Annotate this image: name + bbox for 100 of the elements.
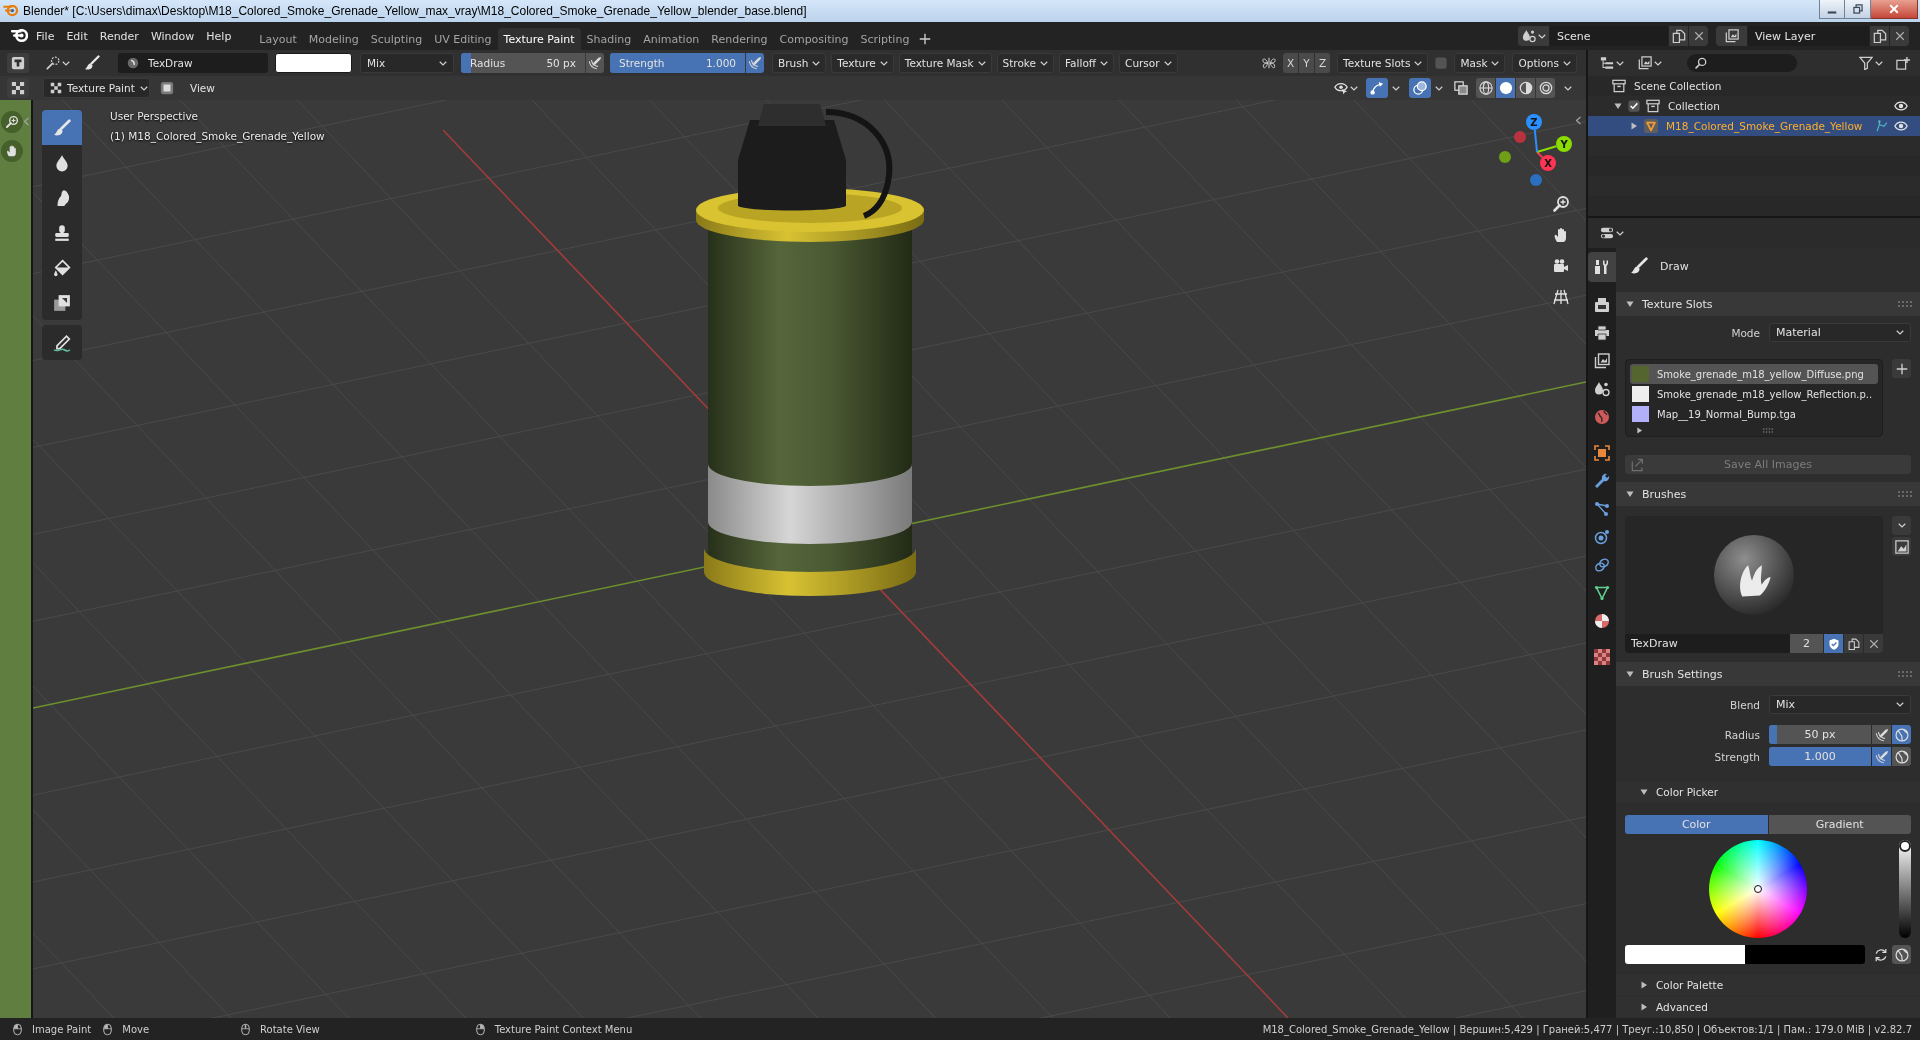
brush-selector[interactable]: TexDraw bbox=[118, 53, 268, 73]
color-swatch-field[interactable] bbox=[275, 53, 352, 73]
blend-dropdown[interactable]: Mix bbox=[1769, 695, 1911, 714]
hand-icon[interactable] bbox=[1, 140, 23, 162]
menu-item[interactable]: File bbox=[30, 26, 61, 46]
menu-item[interactable]: Edit bbox=[60, 26, 94, 46]
header-menu[interactable]: Cursor bbox=[1119, 53, 1178, 73]
viewport-canvas[interactable]: User Perspective (1) M18_Colored_Smoke_Grenade_Yellow X Y Z bbox=[33, 100, 1586, 1018]
overlays-toggle[interactable] bbox=[1409, 78, 1431, 98]
expand-triangle-icon[interactable] bbox=[1630, 122, 1638, 130]
mode-dropdown[interactable]: Material bbox=[1769, 323, 1911, 342]
axis-handle[interactable]: Z bbox=[1526, 114, 1542, 153]
resize-handle-icon[interactable] bbox=[1763, 427, 1773, 433]
header-menu[interactable]: Brush bbox=[772, 53, 827, 73]
eye-icon[interactable] bbox=[1894, 119, 1908, 133]
pressure-toggle[interactable] bbox=[745, 53, 764, 73]
add-slot-button[interactable] bbox=[1892, 359, 1911, 378]
brush-preview-area[interactable] bbox=[1625, 516, 1883, 634]
options-menu[interactable]: Options bbox=[1512, 53, 1577, 73]
chevron-left-icon[interactable] bbox=[1576, 116, 1581, 125]
shading-mode-button[interactable] bbox=[1496, 78, 1515, 98]
axis-toggle[interactable]: X bbox=[1283, 53, 1299, 73]
workspace-tab[interactable]: Texture Paint bbox=[497, 28, 581, 50]
mask-tool[interactable] bbox=[42, 285, 82, 320]
value-slider[interactable] bbox=[1899, 840, 1911, 938]
header-menu[interactable]: Falloff bbox=[1059, 53, 1115, 73]
picker-tab[interactable]: Color bbox=[1625, 815, 1768, 834]
view-layer-browse-button[interactable] bbox=[1716, 26, 1747, 46]
radius-slider[interactable]: 50 px bbox=[1769, 725, 1871, 744]
menu-item[interactable]: Render bbox=[93, 26, 145, 46]
axis-handle[interactable] bbox=[1514, 131, 1526, 143]
texture-slots-menu[interactable]: Texture Slots bbox=[1337, 53, 1429, 73]
editor-type-button[interactable] bbox=[7, 78, 29, 98]
image-list-item[interactable]: Smoke_grenade_m18_yellow_Reflection.p.. bbox=[1630, 384, 1878, 404]
expand-triangle-icon[interactable] bbox=[1636, 426, 1643, 434]
brush-name-field[interactable]: TexDraw bbox=[1625, 634, 1790, 653]
axis-toggle[interactable]: Z bbox=[1315, 53, 1331, 73]
mask-menu[interactable]: Mask bbox=[1454, 53, 1506, 73]
view-layer-name-field[interactable]: View Layer bbox=[1748, 26, 1869, 46]
image-list-item[interactable]: Map__19_Normal_Bump.tga bbox=[1630, 404, 1878, 424]
color-field[interactable] bbox=[1625, 945, 1745, 964]
scene-name-field[interactable]: Scene bbox=[1550, 26, 1668, 46]
picker-tab[interactable]: Gradient bbox=[1768, 815, 1911, 834]
new-view-layer-button[interactable] bbox=[1870, 26, 1889, 46]
mode-dropdown[interactable]: Texture Paint bbox=[43, 78, 150, 98]
scene-browse-button[interactable] bbox=[1518, 26, 1549, 46]
zoom-icon[interactable] bbox=[1, 111, 23, 133]
tool-tab[interactable] bbox=[1588, 252, 1616, 282]
axis-handle[interactable]: Y bbox=[1536, 136, 1572, 153]
radius-slider[interactable]: Radius 50 px bbox=[461, 53, 585, 73]
minimize-button[interactable] bbox=[1819, 0, 1845, 19]
workspace-tab[interactable]: Compositing bbox=[773, 28, 855, 50]
header-menu[interactable]: Texture Mask bbox=[898, 53, 992, 73]
axis-handle[interactable] bbox=[1530, 174, 1542, 186]
unified-toggle[interactable] bbox=[1891, 747, 1911, 766]
user-count-field[interactable]: 2 bbox=[1790, 634, 1823, 653]
workspace-tab[interactable]: Shading bbox=[580, 28, 638, 50]
fake-user-toggle[interactable] bbox=[1823, 634, 1843, 653]
annotate-tool[interactable] bbox=[42, 325, 82, 360]
shading-mode-button[interactable] bbox=[1476, 78, 1495, 98]
workspace-tab[interactable]: Layout bbox=[253, 28, 303, 50]
axis-handle[interactable] bbox=[1499, 151, 1511, 163]
delete-scene-button[interactable] bbox=[1689, 26, 1708, 46]
mask-checkbox[interactable] bbox=[1435, 57, 1448, 69]
pressure-toggle[interactable] bbox=[585, 53, 604, 73]
pressure-toggle[interactable] bbox=[1871, 747, 1891, 766]
image-list-item[interactable]: Smoke_grenade_m18_yellow_Diffuse.png bbox=[1630, 364, 1878, 384]
slider-thumb[interactable] bbox=[1899, 840, 1911, 852]
strength-slider[interactable]: 1.000 bbox=[1769, 747, 1871, 766]
header-menu[interactable]: Stroke bbox=[996, 53, 1055, 73]
strength-slider[interactable]: Strength 1.000 bbox=[610, 53, 745, 73]
workspace-tab[interactable]: Scripting bbox=[854, 28, 916, 50]
shading-mode-button[interactable] bbox=[1516, 78, 1535, 98]
axis-toggle[interactable]: Y bbox=[1299, 53, 1315, 73]
header-menu[interactable]: Texture bbox=[831, 53, 894, 73]
search-field[interactable] bbox=[1687, 54, 1797, 72]
view-menu[interactable]: View bbox=[182, 78, 223, 98]
pressure-toggle[interactable] bbox=[1871, 725, 1891, 744]
panel-header[interactable]: Brush Settings bbox=[1616, 662, 1920, 686]
blend-dropdown[interactable]: Mix bbox=[360, 53, 454, 73]
color-field[interactable] bbox=[1745, 945, 1865, 964]
expand-triangle-icon[interactable] bbox=[1614, 102, 1622, 110]
soften-tool[interactable] bbox=[42, 145, 82, 180]
workspace-tab[interactable]: Modeling bbox=[302, 28, 365, 50]
close-button[interactable] bbox=[1871, 0, 1918, 19]
restore-button[interactable] bbox=[1845, 0, 1871, 19]
outliner-row[interactable]: Scene Collection bbox=[1588, 76, 1920, 96]
delete-view-layer-button[interactable] bbox=[1890, 26, 1909, 46]
checkbox[interactable] bbox=[1628, 100, 1640, 112]
xray-toggle[interactable] bbox=[1452, 78, 1470, 98]
unified-toggle[interactable] bbox=[1891, 725, 1911, 744]
eye-icon[interactable] bbox=[1894, 99, 1908, 113]
outliner-row[interactable]: M18_Colored_Smoke_Grenade_Yellow bbox=[1588, 116, 1920, 136]
unlink-brush-button[interactable] bbox=[1863, 634, 1883, 653]
workspace-tab[interactable]: Sculpting bbox=[364, 28, 429, 50]
workspace-tab[interactable]: Rendering bbox=[705, 28, 774, 50]
duplicate-brush-button[interactable] bbox=[1843, 634, 1863, 653]
draw-tool[interactable] bbox=[42, 110, 82, 145]
menu-item[interactable]: Help bbox=[200, 26, 238, 46]
gizmo-toggle[interactable] bbox=[1366, 78, 1388, 98]
